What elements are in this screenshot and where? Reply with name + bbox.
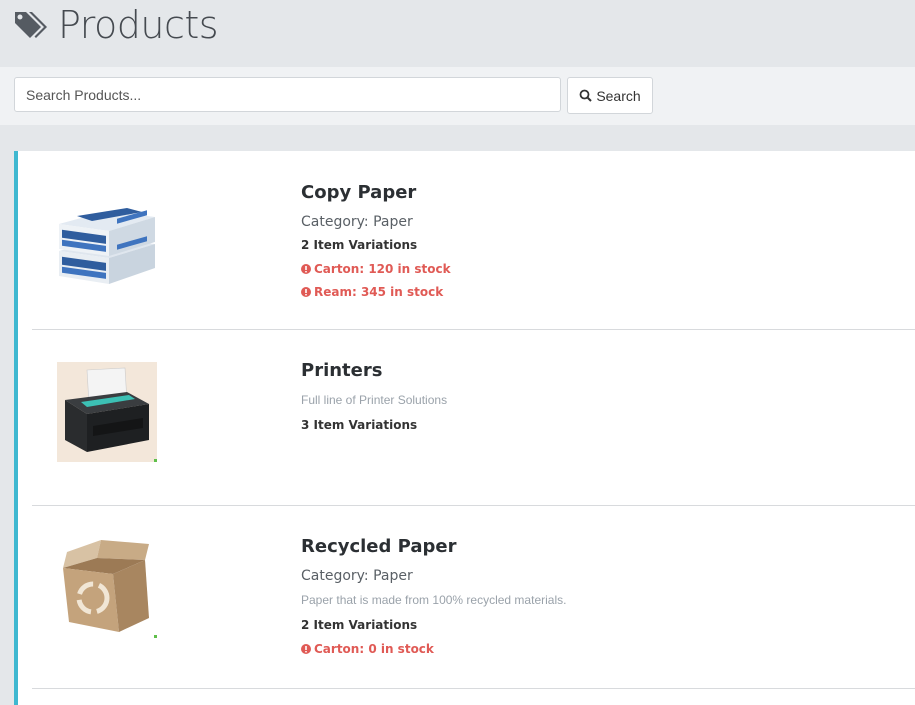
exclamation-circle-icon: [301, 287, 311, 297]
product-description: Paper that is made from 100% recycled ma…: [301, 593, 567, 607]
product-category: Category: Paper: [301, 214, 413, 230]
product-name[interactable]: Printers: [301, 360, 447, 384]
product-item-printers[interactable]: Printers Full line of Printer Solutions …: [18, 330, 915, 506]
page-header: Products: [0, 0, 915, 67]
stock-warning: Ream: 345 in stock: [301, 285, 451, 308]
search-button-label: Search: [596, 87, 641, 104]
search-bar: Search: [0, 67, 915, 125]
copy-paper-box-image: [57, 196, 157, 296]
stock-warning: Carton: 0 in stock: [301, 642, 566, 665]
exclamation-circle-icon: [301, 264, 311, 274]
product-info: Printers Full line of Printer Solutions …: [301, 360, 447, 442]
stock-warning: Carton: 120 in stock: [301, 262, 451, 285]
product-info: Copy Paper Category: Paper 2 Item Variat…: [301, 182, 451, 308]
divider: [32, 688, 915, 689]
product-name[interactable]: Copy Paper: [301, 182, 451, 206]
search-input[interactable]: [14, 77, 561, 112]
recycled-box-image: [57, 538, 157, 638]
product-list: Copy Paper Category: Paper 2 Item Variat…: [14, 151, 915, 705]
product-info: Recycled Paper Category: Paper Paper tha…: [301, 536, 566, 665]
printer-image: [57, 362, 157, 462]
exclamation-circle-icon: [301, 644, 311, 654]
product-item-recycled-paper[interactable]: Recycled Paper Category: Paper Paper tha…: [18, 506, 915, 689]
product-item-copy-paper[interactable]: Copy Paper Category: Paper 2 Item Variat…: [18, 151, 915, 330]
product-name[interactable]: Recycled Paper: [301, 536, 566, 560]
product-variations: 2 Item Variations: [301, 238, 418, 252]
product-category: Category: Paper: [301, 568, 413, 584]
product-variations: 2 Item Variations: [301, 618, 418, 632]
search-icon: [579, 89, 593, 102]
page-title: Products: [58, 3, 219, 47]
tags-icon: [15, 12, 47, 38]
product-description: Full line of Printer Solutions: [301, 393, 448, 407]
search-button[interactable]: Search: [567, 77, 653, 114]
product-variations: 3 Item Variations: [301, 418, 418, 432]
